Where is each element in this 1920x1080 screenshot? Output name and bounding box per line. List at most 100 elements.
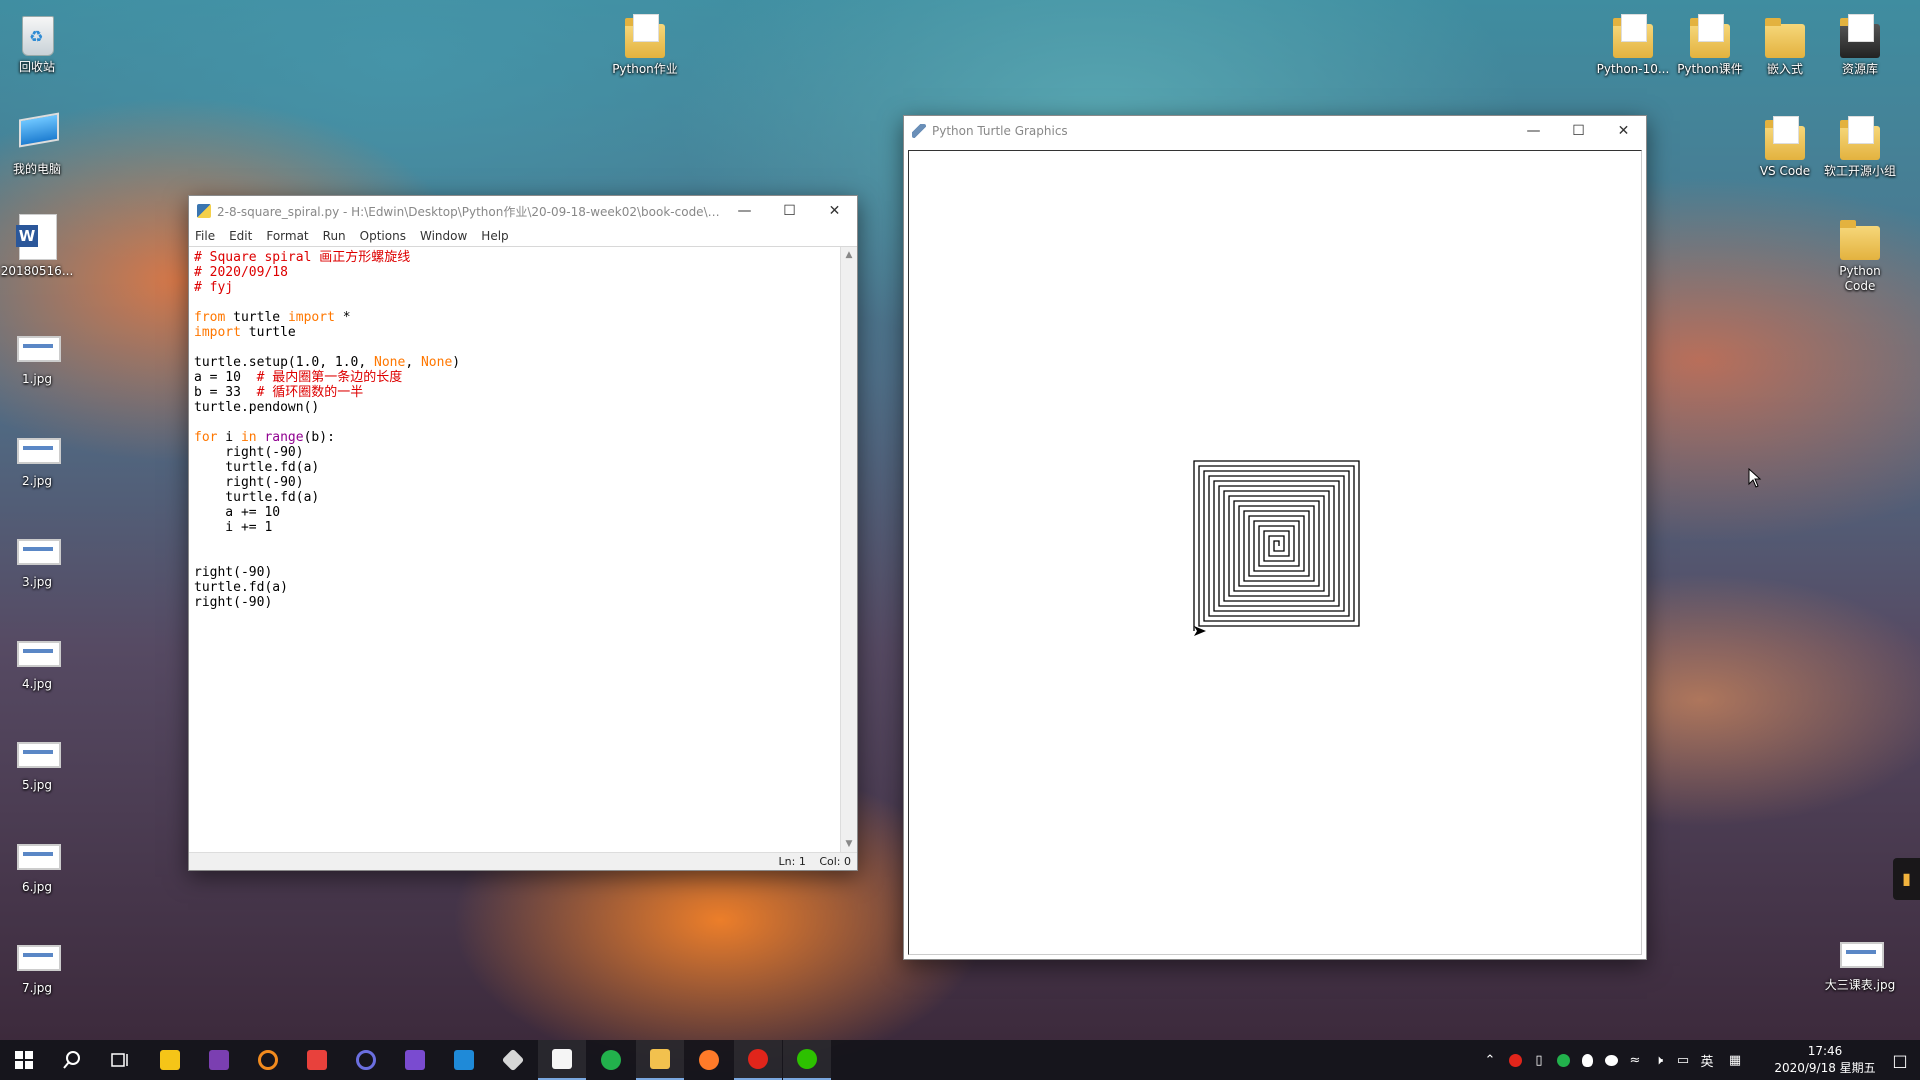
onenote-icon[interactable] — [195, 1040, 243, 1080]
qq-music-icon[interactable] — [587, 1040, 635, 1080]
pycharm-icon[interactable] — [342, 1040, 390, 1080]
code-text: turtle — [225, 310, 288, 325]
close-icon[interactable]: ✕ — [812, 196, 857, 226]
desktop-icon-4-jpg[interactable]: 4.jpg — [0, 621, 77, 692]
task-view-icon[interactable] — [96, 1040, 144, 1080]
usb-icon[interactable]: ▯ — [1528, 1040, 1550, 1080]
desktop-icon-label: Python-10... — [1596, 62, 1670, 76]
qq-tray-icon[interactable] — [1576, 1040, 1598, 1080]
word-document-icon — [15, 214, 59, 260]
scroll-down-icon[interactable]: ▼ — [841, 836, 857, 852]
file-explorer-icon[interactable] — [636, 1040, 684, 1080]
desktop-folder-python-10[interactable]: Python-10... — [1593, 6, 1673, 77]
clock-time: 17:46 — [1807, 1044, 1843, 1058]
desktop-folder-python-code[interactable]: Python Code — [1820, 208, 1900, 294]
desktop-folder-python-courseware[interactable]: Python课件 — [1670, 6, 1750, 77]
status-line: Ln: 1 — [778, 855, 806, 868]
code-keyword: from — [194, 310, 226, 325]
vertical-scrollbar[interactable]: ▲ ▼ — [840, 247, 857, 852]
wechat-icon[interactable] — [783, 1040, 831, 1080]
code-text: turtle.fd(a) — [194, 490, 320, 505]
sticky-notes-icon[interactable] — [146, 1040, 194, 1080]
turtle-graphics-window[interactable]: Python Turtle Graphics — ☐ ✕ — [903, 115, 1647, 960]
maximize-icon[interactable]: ☐ — [1556, 116, 1601, 146]
minimize-icon[interactable]: — — [1511, 116, 1556, 146]
scroll-up-icon[interactable]: ▲ — [841, 247, 857, 263]
desktop-icon-20180516-[interactable]: 20180516... — [0, 208, 77, 279]
image-file-icon — [15, 424, 61, 470]
folder-icon — [1763, 12, 1807, 58]
menu-format[interactable]: Format — [266, 229, 308, 243]
menu-options[interactable]: Options — [360, 229, 406, 243]
desktop-folder-vscode[interactable]: VS Code — [1745, 108, 1825, 179]
system-clock[interactable]: 17:46 2020/9/18 星期五 — [1770, 1043, 1880, 1077]
side-panel-handle-icon[interactable]: ▮ — [1893, 858, 1920, 900]
close-icon[interactable]: ✕ — [1601, 116, 1646, 146]
desktop-icon-7-jpg[interactable]: 7.jpg — [0, 925, 77, 996]
notification-center-icon[interactable]: □ — [1880, 1040, 1920, 1080]
turtle-cursor-icon — [1194, 626, 1206, 636]
clock-date: 2020/9/18 星期五 — [1774, 1061, 1876, 1075]
vscode-taskbar-icon[interactable] — [440, 1040, 488, 1080]
volume-icon[interactable]: 🕨 — [1648, 1040, 1670, 1080]
code-keyword: for — [194, 430, 218, 445]
xmind-icon[interactable] — [293, 1040, 341, 1080]
folder-icon — [1611, 12, 1655, 58]
idle-taskbar-icon[interactable] — [538, 1040, 586, 1080]
netease-tray-icon[interactable] — [1504, 1040, 1526, 1080]
code-keyword: in — [240, 430, 257, 445]
taskbar: ⌃ ▯ ≈ 🕨 ▭ 英 ▦ 17:46 2020/9/18 星期五 □ — [0, 1040, 1920, 1080]
desktop-icon--[interactable]: 回收站 — [0, 4, 77, 75]
netease-music-icon[interactable] — [734, 1040, 782, 1080]
code-text: right(-90) — [194, 445, 304, 460]
wifi-icon[interactable]: ≈ — [1624, 1040, 1646, 1080]
turtle-canvas[interactable] — [908, 150, 1642, 955]
desktop-icon-6-jpg[interactable]: 6.jpg — [0, 824, 77, 895]
desktop-icon-label: Python课件 — [1677, 62, 1743, 76]
desktop-icon-1-jpg[interactable]: 1.jpg — [0, 316, 77, 387]
idle-title-bar[interactable]: 2-8-square_spiral.py - H:\Edwin\Desktop\… — [189, 196, 857, 226]
code-editor[interactable]: # Square spiral 画正方形螺旋线 # 2020/09/18 # f… — [189, 247, 841, 852]
menu-file[interactable]: File — [195, 229, 215, 243]
input-language-indicator[interactable]: 英 — [1696, 1040, 1718, 1080]
desktop-folder-python-homework[interactable]: Python作业 — [605, 6, 685, 77]
battery-icon[interactable]: ▭ — [1672, 1040, 1694, 1080]
idle-editor-window[interactable]: 2-8-square_spiral.py - H:\Edwin\Desktop\… — [188, 195, 858, 871]
desktop-folder-ruangong[interactable]: 软工开源小组 — [1820, 108, 1900, 179]
folder-icon — [1838, 214, 1882, 260]
wechat-tray-icon[interactable] — [1600, 1040, 1622, 1080]
desktop-icon-2-jpg[interactable]: 2.jpg — [0, 418, 77, 489]
desktop-icon-label: 资源库 — [1841, 62, 1878, 76]
chevron-up-icon[interactable]: ⌃ — [1480, 1040, 1500, 1080]
maximize-icon[interactable]: ☐ — [767, 196, 812, 226]
desktop-folder-embedded[interactable]: 嵌入式 — [1745, 6, 1825, 77]
git-icon[interactable] — [489, 1040, 537, 1080]
desktop-icon-label: 7.jpg — [21, 981, 53, 995]
menu-window[interactable]: Window — [420, 229, 467, 243]
square-spiral-drawing — [1193, 460, 1360, 636]
feather-icon — [912, 124, 926, 138]
menu-help[interactable]: Help — [481, 229, 508, 243]
idle-menu-bar: File Edit Format Run Options Window Help — [189, 226, 857, 247]
everything-search-icon[interactable] — [244, 1040, 292, 1080]
desktop-icon-label: 我的电脑 — [12, 162, 61, 176]
search-icon[interactable] — [48, 1040, 96, 1080]
code-keyword: None — [420, 355, 453, 370]
desktop-icon--[interactable]: 我的电脑 — [0, 106, 77, 177]
desktop-icon-label: 2.jpg — [21, 474, 53, 488]
keyboard-grid-icon[interactable]: ▦ — [1724, 1040, 1746, 1080]
desktop-icon-label: 3.jpg — [21, 575, 53, 589]
menu-run[interactable]: Run — [323, 229, 346, 243]
folder-icon — [1838, 12, 1882, 58]
qq-music-tray-icon[interactable] — [1552, 1040, 1574, 1080]
windows-start-icon[interactable] — [0, 1040, 48, 1080]
desktop-folder-resources[interactable]: 资源库 — [1820, 6, 1900, 77]
desktop-icon-3-jpg[interactable]: 3.jpg — [0, 519, 77, 590]
turtle-title-bar[interactable]: Python Turtle Graphics — ☐ ✕ — [904, 116, 1646, 146]
desktop-file-schedule[interactable]: 大三课表.jpg — [1820, 922, 1900, 993]
menu-edit[interactable]: Edit — [229, 229, 252, 243]
desktop-icon-5-jpg[interactable]: 5.jpg — [0, 722, 77, 793]
visual-studio-icon[interactable] — [391, 1040, 439, 1080]
minimize-icon[interactable]: — — [722, 196, 767, 226]
firefox-icon[interactable] — [685, 1040, 733, 1080]
